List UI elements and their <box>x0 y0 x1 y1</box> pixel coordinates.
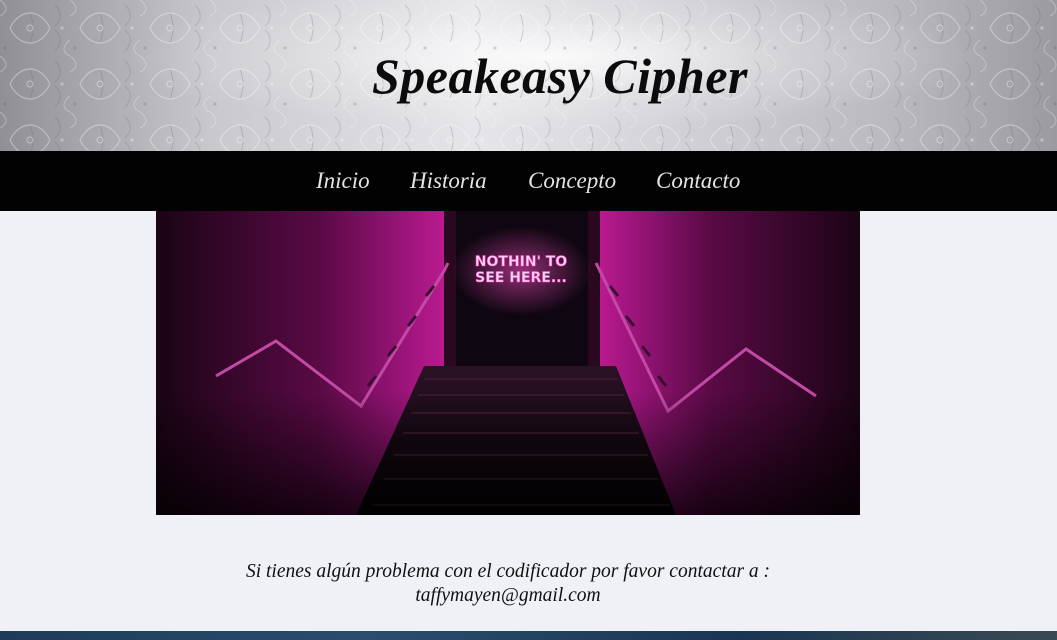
main-navbar: Inicio Historia Concepto Contacto <box>0 151 1057 211</box>
hero-image: NOTHIN' TO SEE HERE... <box>156 211 860 515</box>
nav-item-historia[interactable]: Historia <box>410 168 487 194</box>
contact-message: Si tienes algún problema con el codifica… <box>245 560 771 582</box>
nav-item-concepto[interactable]: Concepto <box>528 168 616 194</box>
contact-email: taffymayen@gmail.com <box>415 584 601 606</box>
neon-sign-line1: NOTHIN' TO <box>475 254 568 270</box>
neon-stairway-illustration: NOTHIN' TO SEE HERE... <box>156 211 860 515</box>
nav-item-contacto[interactable]: Contacto <box>656 168 740 194</box>
site-header: Speakeasy Cipher <box>0 0 1057 151</box>
nav-item-inicio[interactable]: Inicio <box>316 168 370 194</box>
neon-sign-line2: SEE HERE... <box>475 270 567 286</box>
bottom-strip <box>0 631 1057 640</box>
nav-list: Inicio Historia Concepto Contacto <box>0 151 1057 211</box>
contact-message-block: Si tienes algún problema con el codifica… <box>0 560 1016 608</box>
site-title: Speakeasy Cipher <box>371 48 749 104</box>
